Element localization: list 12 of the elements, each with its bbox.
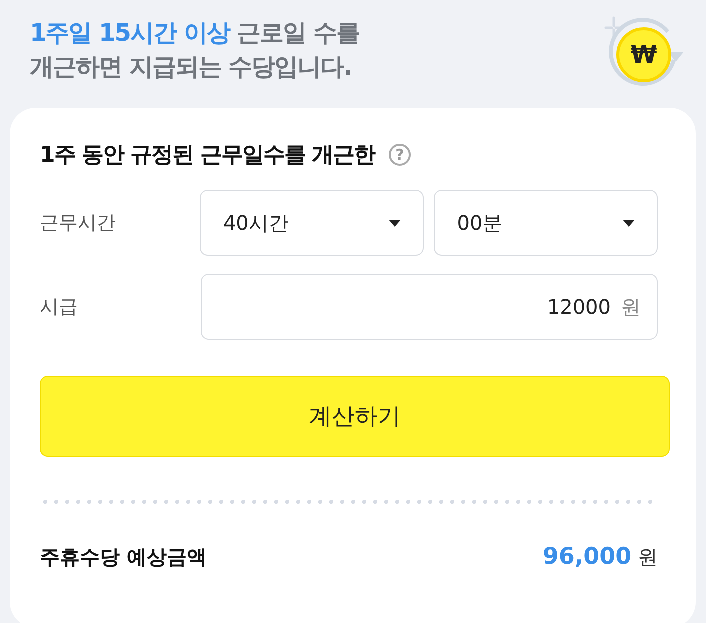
- calculate-button[interactable]: 계산하기: [40, 376, 670, 457]
- caret-icon: [623, 220, 635, 226]
- minutes-select[interactable]: 00분: [434, 190, 658, 256]
- result-label: 주휴수당 예상금액: [40, 544, 207, 571]
- card-title: 1주 동안 규정된 근무일수를 개근한: [40, 142, 375, 170]
- field-label: 시급: [40, 295, 79, 320]
- field-label: 근무시간: [40, 211, 117, 236]
- result-amount: 96,000 원: [542, 544, 658, 571]
- wage-field[interactable]: 12000 원: [200, 274, 658, 340]
- headline: 1주일 15시간 이상 근로일 수를 개근하면 지급되는 수당입니다.: [30, 18, 360, 83]
- caret-icon: [389, 220, 402, 226]
- hours-select[interactable]: 40시간: [200, 190, 424, 256]
